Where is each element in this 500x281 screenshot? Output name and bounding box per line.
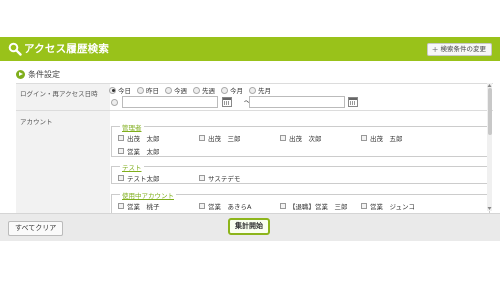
account-checkbox[interactable]: テスト太郎: [118, 173, 160, 183]
account-checkbox[interactable]: 出茂 三郎: [199, 133, 241, 143]
account-name: サステデモ: [208, 175, 241, 183]
account-checkbox[interactable]: 出茂 五郎: [361, 133, 403, 143]
period-radio-last-month[interactable]: 先月: [249, 85, 271, 95]
checkbox: [361, 135, 367, 141]
account-name: テスト太郎: [127, 175, 160, 183]
radio-dot: [249, 86, 256, 94]
radio-dot: [165, 86, 172, 94]
account-label: アカウント: [16, 111, 110, 213]
group-title[interactable]: テスト: [120, 162, 144, 172]
account-checkbox[interactable]: 営業 ジュンコ: [361, 201, 415, 211]
checkbox: [118, 148, 124, 154]
account-name: 営業 あきらA: [208, 203, 252, 211]
radio-dot: [137, 86, 144, 94]
period-radio-today[interactable]: 今日: [109, 85, 131, 95]
account-checkbox[interactable]: 営業 太郎: [118, 146, 160, 156]
checkbox: [118, 203, 124, 209]
search-icon: [8, 42, 22, 56]
plus-icon: +: [431, 44, 439, 54]
checkbox: [118, 175, 124, 181]
checkbox: [280, 135, 286, 141]
period-radio-yesterday[interactable]: 昨日: [137, 85, 159, 95]
account-checkbox[interactable]: 出茂 太郎: [118, 133, 160, 143]
clear-all-button[interactable]: すべてクリア: [8, 221, 64, 236]
account-name: 営業 桃子: [127, 203, 160, 211]
scrollbar-thumb[interactable]: [487, 88, 492, 135]
calendar-icon[interactable]: [222, 97, 232, 107]
header-bar: アクセス履歴検索 + 検索条件の変更: [0, 37, 500, 61]
vertical-scrollbar[interactable]: [487, 83, 492, 211]
checkbox: [280, 203, 286, 209]
period-radio-this-week[interactable]: 今週: [165, 85, 187, 95]
account-checkbox[interactable]: 営業 あきらA: [199, 201, 251, 211]
calendar-icon[interactable]: [348, 97, 358, 107]
date-to-input[interactable]: [249, 96, 345, 108]
account-group-test: テスト テスト太郎 サステデモ: [111, 162, 490, 184]
account-checkbox[interactable]: 【退職】営業 三郎: [280, 201, 348, 211]
conditions-panel: 条件設定 ログイン・再アクセス日時 今日 昨日 今週 先週 今月 先月 ～ アカ…: [8, 66, 494, 213]
period-radio-group: 今日 昨日 今週 先週 今月 先月: [109, 85, 271, 95]
checkbox: [199, 203, 205, 209]
account-name: 営業 太郎: [127, 148, 160, 156]
date-from-input[interactable]: [122, 96, 218, 108]
account-checkbox[interactable]: 出茂 次郎: [280, 133, 322, 143]
checkbox: [199, 135, 205, 141]
group-title[interactable]: 管理者: [120, 122, 144, 132]
section-title-text: 条件設定: [28, 70, 60, 79]
page-title: アクセス履歴検索: [24, 43, 110, 55]
change-conditions-label: 検索条件の変更: [440, 45, 487, 53]
account-name: 【退職】営業 三郎: [289, 203, 348, 211]
footer-bar: すべてクリア 集計開始: [0, 213, 500, 241]
radio-label: 先月: [258, 87, 271, 95]
account-name: 出茂 太郎: [127, 135, 160, 143]
checkbox: [199, 175, 205, 181]
radio-label: 今週: [174, 87, 187, 95]
period-radio-this-month[interactable]: 今月: [221, 85, 243, 95]
change-conditions-button[interactable]: + 検索条件の変更: [426, 43, 492, 56]
period-radio-last-week[interactable]: 先週: [193, 85, 215, 95]
account-group-admin: 管理者 出茂 太郎 出茂 三郎 出茂 次郎 出茂 五郎 営業 太郎: [111, 122, 490, 157]
checkbox: [361, 203, 367, 209]
circle-arrow-icon: [16, 70, 25, 79]
account-checkbox[interactable]: 営業 桃子: [118, 201, 160, 211]
radio-dot: [221, 86, 228, 94]
scroll-down-icon[interactable]: [487, 206, 492, 211]
radio-dot: [111, 99, 118, 106]
account-name: 出茂 五郎: [370, 135, 403, 143]
radio-dot: [193, 86, 200, 94]
radio-dot: [109, 86, 116, 94]
account-group-active: 使用中アカウント 営業 桃子 営業 あきらA 【退職】営業 三郎 営業 ジュンコ: [111, 190, 490, 213]
checkbox: [118, 135, 124, 141]
account-checkbox[interactable]: サステデモ: [199, 173, 240, 183]
radio-label: 昨日: [146, 87, 159, 95]
radio-label: 今月: [230, 87, 243, 95]
login-datetime-label: ログイン・再アクセス日時: [16, 84, 110, 110]
account-name: 出茂 三郎: [208, 135, 241, 143]
section-title: 条件設定: [16, 69, 60, 80]
radio-label: 今日: [118, 87, 131, 95]
account-name: 営業 ジュンコ: [370, 203, 416, 211]
account-name: 出茂 次郎: [289, 135, 322, 143]
start-aggregation-button[interactable]: 集計開始: [228, 218, 270, 235]
radio-label: 先週: [202, 87, 215, 95]
group-title[interactable]: 使用中アカウント: [120, 190, 176, 200]
period-radio-custom[interactable]: [111, 99, 118, 106]
